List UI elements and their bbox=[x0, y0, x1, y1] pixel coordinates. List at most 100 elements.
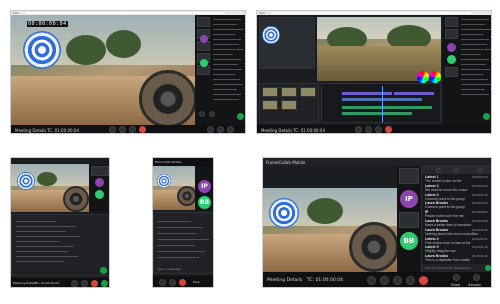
participant-tile[interactable] bbox=[445, 67, 458, 77]
chat-line bbox=[461, 49, 491, 50]
participants-icon[interactable] bbox=[227, 126, 234, 133]
camera-icon[interactable] bbox=[109, 126, 116, 133]
participant-tile[interactable] bbox=[445, 29, 458, 39]
logo-overlay-icon bbox=[262, 26, 280, 44]
chat-icon[interactable] bbox=[101, 280, 108, 287]
participant-avatar-bb[interactable]: BB bbox=[400, 232, 418, 250]
participant-tile[interactable] bbox=[197, 17, 210, 27]
session-icon[interactable] bbox=[209, 111, 215, 117]
main-video[interactable] bbox=[11, 164, 89, 212]
clip-thumbnail[interactable] bbox=[262, 100, 278, 110]
participant-avatar[interactable] bbox=[447, 55, 456, 64]
chat-line bbox=[461, 29, 491, 30]
meeting-details-link[interactable]: Meeting Details bbox=[261, 128, 292, 133]
footer-timecode: TC: 01:00:00:04 bbox=[307, 278, 344, 283]
session-icon[interactable] bbox=[473, 274, 480, 281]
chat-line bbox=[157, 251, 205, 252]
main-video[interactable]: 00:00:00:04 bbox=[11, 15, 195, 125]
screen-share-icon[interactable] bbox=[406, 276, 415, 285]
end-call-icon[interactable] bbox=[139, 126, 146, 133]
screen-1-desktop-window: 00:00:00:04 Meeting Details TC: 01:00:00… bbox=[10, 10, 246, 134]
participant-avatar-ip[interactable]: IP bbox=[400, 190, 418, 208]
chat-message-text: Connect point to the group bbox=[425, 196, 465, 201]
address-bar[interactable] bbox=[271, 12, 471, 14]
address-bar[interactable] bbox=[25, 12, 225, 14]
settings-icon[interactable] bbox=[207, 126, 214, 133]
phone-icon[interactable] bbox=[367, 276, 376, 285]
participant-tile[interactable] bbox=[445, 17, 458, 27]
participants-sidebar bbox=[443, 15, 491, 125]
draw-icon[interactable] bbox=[199, 111, 205, 117]
mic-icon[interactable] bbox=[71, 280, 78, 287]
send-icon[interactable] bbox=[483, 113, 490, 120]
mic-icon[interactable] bbox=[393, 276, 402, 285]
meeting-details-link[interactable]: Meeting Details bbox=[15, 128, 46, 133]
close-icon[interactable] bbox=[478, 168, 483, 173]
draw-icon[interactable] bbox=[453, 274, 460, 281]
timeline-panel[interactable] bbox=[321, 83, 441, 123]
video-track[interactable] bbox=[394, 92, 434, 95]
participant-avatar[interactable] bbox=[95, 190, 104, 199]
audio-track[interactable] bbox=[342, 112, 412, 115]
screen-share-icon[interactable] bbox=[129, 126, 136, 133]
participant-tile[interactable] bbox=[399, 212, 419, 228]
color-wheel[interactable] bbox=[417, 71, 429, 83]
participant-avatar[interactable] bbox=[200, 35, 208, 43]
participant-avatar-ip[interactable]: IP bbox=[198, 180, 211, 193]
participant-avatar[interactable] bbox=[447, 43, 456, 52]
video-track[interactable] bbox=[342, 92, 392, 95]
camera-icon[interactable] bbox=[380, 276, 389, 285]
send-icon[interactable] bbox=[485, 265, 491, 271]
chat-message-time: 00:00:00:51 bbox=[472, 210, 488, 215]
send-icon[interactable] bbox=[237, 113, 244, 120]
screen-share-icon[interactable] bbox=[375, 126, 382, 133]
session-label[interactable]: Session bbox=[468, 283, 481, 287]
timecode-overlay: 00:00:00:04 bbox=[27, 21, 68, 27]
end-call-icon[interactable] bbox=[179, 279, 186, 286]
end-call-icon[interactable] bbox=[91, 280, 98, 287]
chat-message-text: We need to move the cursor bbox=[425, 187, 468, 192]
chat-line bbox=[16, 246, 74, 247]
clip-thumbnail[interactable] bbox=[281, 100, 297, 110]
end-call-icon[interactable] bbox=[419, 276, 428, 285]
chat-input-row: Add a comment to the session bbox=[422, 264, 491, 272]
color-wheel[interactable] bbox=[429, 71, 441, 83]
main-video[interactable] bbox=[263, 188, 397, 272]
window-controls[interactable] bbox=[259, 12, 265, 14]
end-call-icon[interactable] bbox=[385, 126, 392, 133]
clip-thumbnail[interactable] bbox=[262, 87, 278, 97]
meeting-details-link[interactable]: Meeting Details bbox=[13, 281, 36, 285]
participant-avatar[interactable] bbox=[200, 59, 208, 67]
chat-message-list[interactable]: Latest 1 00:00:00:14 The render is live on… bbox=[422, 175, 491, 263]
app-title: FilmCollab Mobile bbox=[155, 160, 182, 164]
clip-thumbnail[interactable] bbox=[281, 87, 297, 97]
mic-icon[interactable] bbox=[119, 126, 126, 133]
source-monitor[interactable] bbox=[259, 17, 315, 69]
camera-icon[interactable] bbox=[81, 280, 88, 287]
send-icon[interactable] bbox=[100, 267, 107, 274]
stop-label[interactable]: Stop bbox=[193, 280, 200, 284]
footer-timecode: TC: 01:00:00:04 bbox=[35, 281, 60, 285]
mic-icon[interactable] bbox=[365, 126, 372, 133]
window-controls[interactable] bbox=[13, 12, 19, 14]
camera-icon[interactable] bbox=[169, 279, 176, 286]
audio-track[interactable] bbox=[342, 106, 432, 109]
chat-input[interactable]: Type a message bbox=[157, 267, 181, 271]
screen-3-tablet-window: Meeting Details TC: 01:00:00:04 bbox=[10, 157, 110, 288]
video-tree bbox=[307, 198, 343, 224]
chat-input[interactable]: Add a comment to the session bbox=[425, 266, 471, 270]
meeting-details-link[interactable]: Meeting Details bbox=[267, 278, 302, 283]
draw-label[interactable]: Draw bbox=[451, 283, 460, 287]
participant-avatar[interactable] bbox=[95, 178, 104, 187]
mic-icon[interactable] bbox=[159, 279, 166, 286]
participant-avatar-bb[interactable]: BB bbox=[198, 196, 211, 209]
camera-icon[interactable] bbox=[355, 126, 362, 133]
participant-tile[interactable] bbox=[399, 168, 419, 184]
main-video[interactable] bbox=[153, 166, 195, 210]
participants-icon[interactable] bbox=[436, 168, 441, 173]
participant-tile[interactable] bbox=[91, 166, 109, 176]
playhead[interactable] bbox=[382, 86, 383, 122]
chat-icon[interactable] bbox=[454, 168, 459, 173]
clip-thumbnail[interactable] bbox=[300, 87, 316, 97]
chat-icon[interactable] bbox=[217, 126, 224, 133]
